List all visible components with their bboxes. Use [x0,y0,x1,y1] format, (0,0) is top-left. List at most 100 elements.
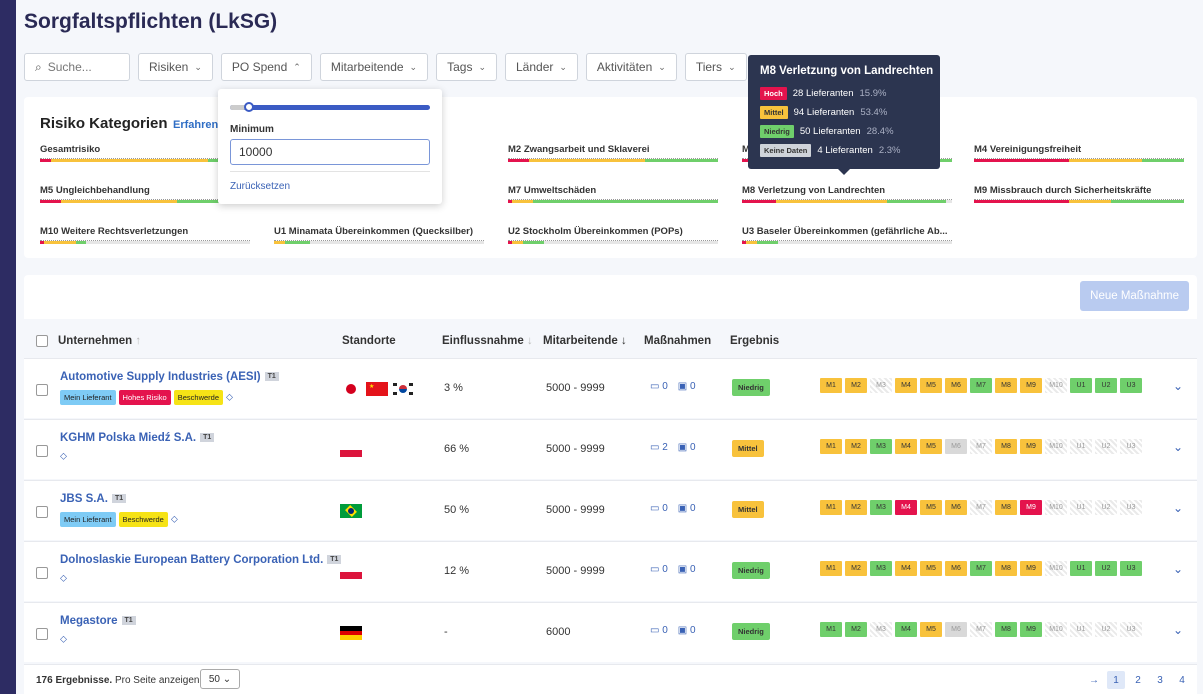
risk-category[interactable]: M2 Zwangsarbeit und Sklaverei [508,144,718,162]
filter-tags[interactable]: Tags ⌄ [436,53,497,81]
risk-badge-m2[interactable]: M2 [845,378,867,393]
risk-badge-m3[interactable]: M3 [870,500,892,515]
risk-badge-m9[interactable]: M9 [1020,500,1042,515]
risk-badge-m5[interactable]: M5 [920,378,942,393]
header-influence[interactable]: Einflussnahme ↓ [442,335,533,347]
risk-badge-m2[interactable]: M2 [845,439,867,454]
risk-badge-m7[interactable]: M7 [970,378,992,393]
risk-badge-m4[interactable]: M4 [895,500,917,515]
risk-badge-m4[interactable]: M4 [895,622,917,637]
risk-badge-m9[interactable]: M9 [1020,622,1042,637]
risk-badge-m9[interactable]: M9 [1020,378,1042,393]
risk-badge-m4[interactable]: M4 [895,561,917,576]
header-employees[interactable]: Mitarbeitende ↓ [543,335,627,347]
risk-category[interactable]: U3 Baseler Übereinkommen (gefährliche Ab… [742,226,952,244]
risk-badge-m2[interactable]: M2 [845,500,867,515]
company-name-link[interactable]: Megastore T1 [60,615,136,627]
risk-badge-u3[interactable]: U3 [1120,561,1142,576]
risk-badge-u2[interactable]: U2 [1095,378,1117,393]
risk-badge-m6[interactable]: M6 [945,378,967,393]
risk-badge-m8[interactable]: M8 [995,500,1017,515]
tag-add-icon[interactable]: ⬦ [226,392,233,403]
risk-badge-m1[interactable]: M1 [820,378,842,393]
risk-badge-m10[interactable]: M10 [1045,561,1067,576]
risk-category[interactable]: M9 Missbrauch durch Sicherheitskräfte [974,185,1184,203]
risk-badge-m1[interactable]: M1 [820,622,842,637]
risk-badge-m5[interactable]: M5 [920,622,942,637]
risk-badge-m7[interactable]: M7 [970,500,992,515]
risk-badge-u1[interactable]: U1 [1070,561,1092,576]
risk-badge-u3[interactable]: U3 [1120,378,1142,393]
risk-badge-m2[interactable]: M2 [845,622,867,637]
risk-badge-m5[interactable]: M5 [920,500,942,515]
risk-badge-u3[interactable]: U3 [1120,439,1142,454]
risk-badge-m10[interactable]: M10 [1045,378,1067,393]
risk-badge-u1[interactable]: U1 [1070,439,1092,454]
risk-badge-m9[interactable]: M9 [1020,561,1042,576]
table-row[interactable]: Dolnoslaskie European Battery Corporatio… [24,541,1197,601]
page-1[interactable]: 1 [1107,671,1125,689]
risk-badge-m6[interactable]: M6 [945,500,967,515]
risk-badge-m8[interactable]: M8 [995,622,1017,637]
risk-badge-m3[interactable]: M3 [870,561,892,576]
tag-add-icon[interactable]: ⬦ [60,451,67,462]
risk-category[interactable]: U2 Stockholm Übereinkommen (POPs) [508,226,718,244]
risk-category[interactable]: M4 Vereinigungsfreiheit [974,144,1184,162]
risk-badge-m7[interactable]: M7 [970,622,992,637]
filter-aktivitaeten[interactable]: Aktivitäten ⌄ [585,53,677,81]
risk-badge-u1[interactable]: U1 [1070,622,1092,637]
table-row[interactable]: JBS S.A. T1 Mein Lieferant Beschwerde ⬦ 50 % 5… [24,480,1197,540]
expand-chevron-icon[interactable]: ⌄ [1173,379,1183,393]
risk-badge-u2[interactable]: U2 [1095,439,1117,454]
risk-badge-u3[interactable]: U3 [1120,622,1142,637]
expand-chevron-icon[interactable]: ⌄ [1173,623,1183,637]
risk-badge-m3[interactable]: M3 [870,378,892,393]
table-row[interactable]: Megastore T1 ⬦ - 6000 ▭ 0 ▣ 0 Niedrig M1 M2 M3 M4 M5… [24,602,1197,662]
risk-badge-u2[interactable]: U2 [1095,622,1117,637]
row-checkbox[interactable] [36,506,48,518]
risk-badge-m6[interactable]: M6 [945,622,967,637]
header-company[interactable]: Unternehmen ↑ [58,335,141,347]
risk-badge-m8[interactable]: M8 [995,561,1017,576]
learn-more-link[interactable]: Erfahren [173,119,218,131]
page-4[interactable]: 4 [1173,671,1191,689]
row-checkbox[interactable] [36,567,48,579]
row-checkbox[interactable] [36,628,48,640]
filter-laender[interactable]: Länder ⌄ [505,53,578,81]
page-size-select[interactable]: 50 ⌄ [200,669,240,689]
risk-category[interactable]: M8 Verletzung von Landrechten [742,185,952,203]
filter-mitarbeitende[interactable]: Mitarbeitende ⌄ [319,53,429,81]
risk-badge-m6[interactable]: M6 [945,561,967,576]
risk-badge-m3[interactable]: M3 [870,439,892,454]
row-checkbox[interactable] [36,384,48,396]
risk-badge-u3[interactable]: U3 [1120,500,1142,515]
risk-badge-m1[interactable]: M1 [820,439,842,454]
minimum-input[interactable] [230,139,430,165]
risk-badge-m4[interactable]: M4 [895,439,917,454]
filter-risiken[interactable]: Risiken ⌄ [138,53,213,81]
risk-category[interactable]: M7 Umweltschäden [508,185,718,203]
expand-chevron-icon[interactable]: ⌄ [1173,562,1183,576]
po-spend-slider[interactable] [230,102,430,112]
risk-badge-m5[interactable]: M5 [920,561,942,576]
page-3[interactable]: 3 [1151,671,1169,689]
risk-badge-u1[interactable]: U1 [1070,500,1092,515]
risk-badge-m5[interactable]: M5 [920,439,942,454]
risk-badge-m1[interactable]: M1 [820,561,842,576]
risk-badge-u2[interactable]: U2 [1095,561,1117,576]
risk-category[interactable]: M10 Weitere Rechtsverletzungen [40,226,250,244]
risk-badge-m1[interactable]: M1 [820,500,842,515]
new-measure-button[interactable]: Neue Maßnahme [1080,281,1189,311]
filter-tiers[interactable]: Tiers ⌄ [684,53,747,81]
next-page-arrow-icon[interactable]: → [1085,671,1103,689]
tag-add-icon[interactable]: ⬦ [171,514,178,525]
risk-badge-m6[interactable]: M6 [945,439,967,454]
tag-add-icon[interactable]: ⬦ [60,573,67,584]
company-name-link[interactable]: Dolnoslaskie European Battery Corporatio… [60,554,342,566]
risk-badge-m7[interactable]: M7 [970,561,992,576]
risk-badge-m8[interactable]: M8 [995,439,1017,454]
slider-handle[interactable] [244,102,254,112]
row-checkbox[interactable] [36,445,48,457]
table-row[interactable]: KGHM Polska Miedź S.A. T1 ⬦ 66 % 5000 - 9999… [24,419,1197,479]
risk-badge-m3[interactable]: M3 [870,622,892,637]
